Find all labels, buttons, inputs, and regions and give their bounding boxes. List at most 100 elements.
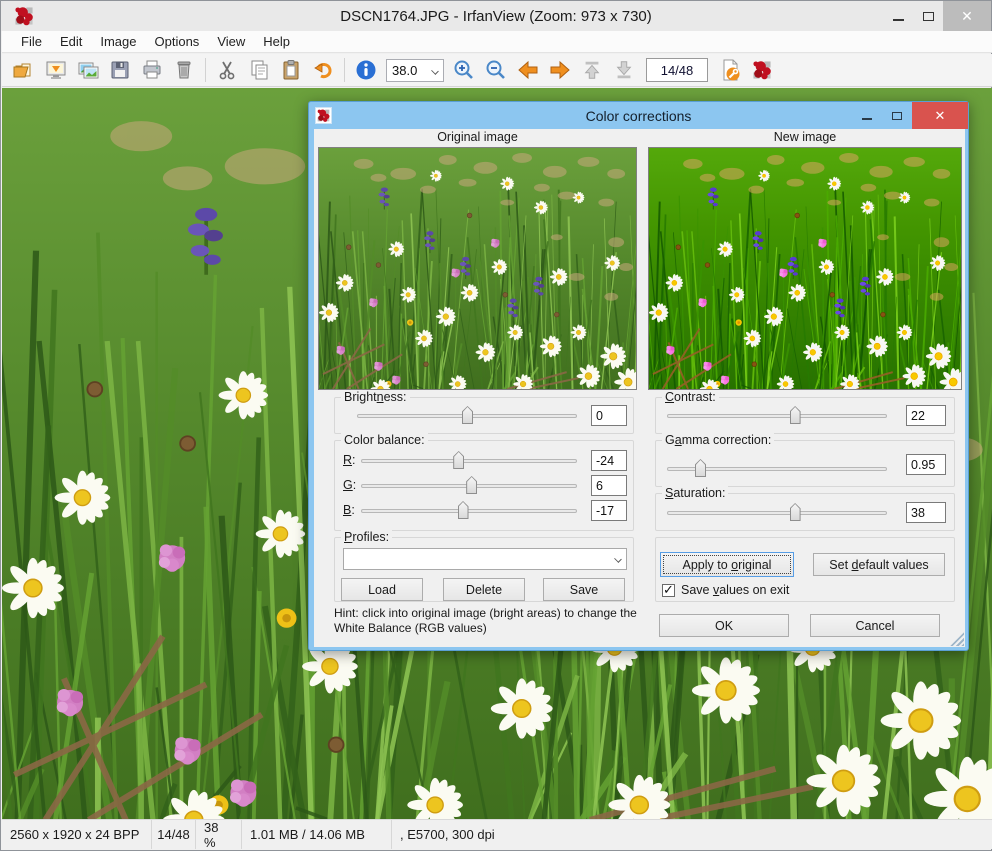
menu-bar: File Edit Image Options View Help [2,31,992,53]
open-folder-icon [12,58,36,82]
menu-file[interactable]: File [12,32,51,51]
last-image-button[interactable] [608,55,640,85]
menu-edit[interactable]: Edit [51,32,91,51]
paste-clipboard-icon [279,58,303,82]
jpg-operations-button[interactable] [714,55,746,85]
red-slider-track[interactable] [361,459,577,463]
red-value-input[interactable] [591,450,627,471]
status-file-size: 1.01 MB / 14.06 MB [242,820,392,849]
brightness-slider-thumb[interactable] [462,406,473,424]
apply-to-original-button[interactable]: Apply to original [660,552,794,577]
menu-image[interactable]: Image [91,32,145,51]
set-default-values-button[interactable]: Set default values [813,553,945,576]
color-corrections-dialog: Color corrections ✕ Original image New i… [308,101,969,651]
contrast-slider-track[interactable] [667,414,887,418]
zoom-out-button[interactable] [480,55,512,85]
green-slider-thumb[interactable] [466,476,477,494]
slideshow-button[interactable] [40,55,72,85]
menu-help[interactable]: Help [254,32,299,51]
thumbnails-button[interactable] [72,55,104,85]
checkbox-checked-icon[interactable]: ✓ [662,584,675,597]
cancel-button[interactable]: Cancel [810,614,940,637]
dialog-irfanview-icon [315,107,332,124]
dialog-title-bar[interactable]: Color corrections ✕ [309,102,968,129]
contrast-group: Contrast: [655,397,955,434]
blue-value-input[interactable] [591,500,627,521]
contrast-slider[interactable] [667,406,887,424]
ok-button[interactable]: OK [659,614,789,637]
copy-button[interactable] [243,55,275,85]
dialog-maximize-button[interactable] [882,102,912,129]
red-slider[interactable] [361,451,577,469]
toolbar [2,54,992,87]
first-image-button[interactable] [576,55,608,85]
gamma-label: Gamma correction: [662,433,774,447]
cut-button[interactable] [211,55,243,85]
resize-grip[interactable] [950,632,964,646]
menu-view[interactable]: View [208,32,254,51]
green-slider[interactable] [361,476,577,494]
previous-image-button[interactable] [512,55,544,85]
original-image-label: Original image [318,130,637,145]
brightness-slider[interactable] [357,406,577,424]
info-icon [354,58,378,82]
saturation-slider-track[interactable] [667,511,887,515]
about-irfanview-button[interactable] [746,55,778,85]
red-slider-thumb[interactable] [453,451,464,469]
zoom-combobox[interactable] [386,59,444,82]
new-image-label: New image [648,130,962,145]
save-button[interactable]: Save [543,578,625,601]
status-zoom-percent: 38 % [196,820,242,849]
blue-label: B: [343,503,355,517]
saturation-slider-thumb[interactable] [790,503,801,521]
menu-options[interactable]: Options [146,32,209,51]
zoom-in-button[interactable] [448,55,480,85]
page-number-input[interactable] [647,59,707,81]
minimize-button[interactable] [883,1,913,31]
zoom-out-icon [484,58,508,82]
saturation-slider[interactable] [667,503,887,521]
chevron-down-icon[interactable] [431,67,439,75]
gamma-slider[interactable] [667,459,887,477]
irfanview-window: DSCN1764.JPG - IrfanView (Zoom: 973 x 73… [0,0,992,851]
contrast-slider-thumb[interactable] [790,406,801,424]
next-image-button[interactable] [544,55,576,85]
page-number-box[interactable] [646,58,708,82]
print-button[interactable] [136,55,168,85]
open-button[interactable] [8,55,40,85]
profiles-combobox[interactable] [343,548,627,570]
contrast-label: Contrast: [662,390,719,404]
blue-slider[interactable] [361,501,577,519]
undo-button[interactable] [307,55,339,85]
saturation-value-input[interactable] [906,502,946,523]
load-button[interactable]: Load [341,578,423,601]
save-values-checkbox-row[interactable]: ✓ Save values on exit [662,583,789,597]
brightness-label: Brightness: [341,390,410,404]
arrow-right-icon [548,58,572,82]
brightness-value-input[interactable] [591,405,627,426]
save-floppy-icon [108,58,132,82]
contrast-value-input[interactable] [906,405,946,426]
save-button[interactable] [104,55,136,85]
chevron-down-icon[interactable] [614,555,622,563]
info-button[interactable] [350,55,382,85]
actions-group: Apply to original Set default values ✓ S… [655,537,955,602]
original-image-preview[interactable] [318,147,637,390]
new-image-preview [648,147,962,390]
zoom-value-input[interactable] [387,60,425,81]
close-button[interactable]: ✕ [943,1,991,31]
blue-slider-track[interactable] [361,509,577,513]
delete-button[interactable] [168,55,200,85]
blue-slider-thumb[interactable] [458,501,469,519]
red-label: R: [343,453,356,467]
paste-button[interactable] [275,55,307,85]
delete-button[interactable]: Delete [443,578,525,601]
dialog-close-button[interactable]: ✕ [912,102,968,129]
dialog-body: Original image New image Brightness: C [314,129,965,647]
green-value-input[interactable] [591,475,627,496]
maximize-button[interactable] [913,1,943,31]
gamma-value-input[interactable] [906,454,946,475]
status-dimensions: 2560 x 1920 x 24 BPP [2,820,152,849]
gamma-slider-thumb[interactable] [695,459,706,477]
dialog-minimize-button[interactable] [852,102,882,129]
